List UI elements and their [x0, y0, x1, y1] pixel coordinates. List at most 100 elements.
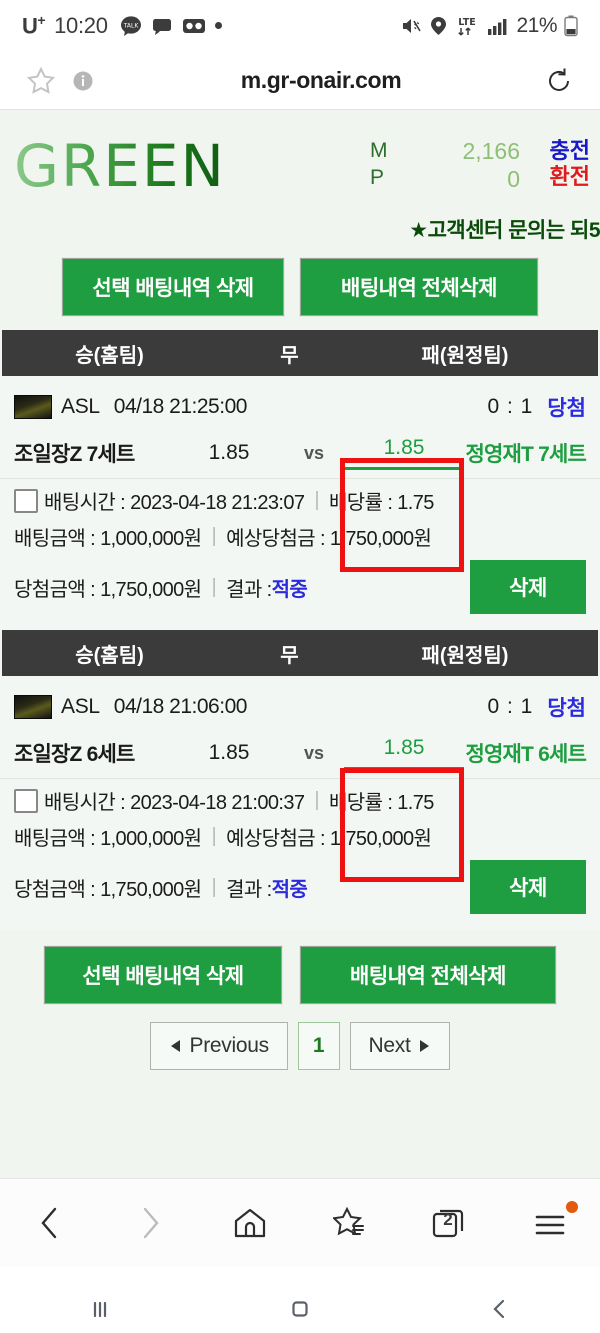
page-number-1[interactable]: 1	[297, 1022, 340, 1070]
site-logo[interactable]: GREEN	[14, 132, 226, 200]
match-info-row: ASL 04/18 21:25:00 0 : 1 당첨	[0, 382, 600, 430]
col-away-win: 패(원정팀)	[421, 344, 509, 367]
game-thumbnail-icon	[14, 395, 52, 419]
android-navigation-bar	[0, 1266, 600, 1333]
chevron-right-icon	[143, 1207, 159, 1238]
home-square-icon	[292, 1301, 308, 1317]
browser-bookmarks-button[interactable]	[310, 1193, 390, 1253]
star-list-icon	[333, 1206, 364, 1235]
balance-values: 2,166 0	[410, 138, 520, 193]
browser-bottom-toolbar: 2	[0, 1178, 600, 1266]
divider: |	[314, 789, 319, 811]
score-label: 0 : 1	[487, 395, 534, 418]
game-thumbnail-icon	[14, 695, 52, 719]
reload-icon[interactable]	[538, 66, 580, 96]
site-header: GREEN M P 2,166 0 충전 환전 ★고객센터 문의는 되5	[0, 110, 600, 246]
home-button[interactable]	[250, 1294, 350, 1324]
browser-menu-button[interactable]	[510, 1193, 590, 1253]
balance-labels: M P	[370, 138, 410, 192]
browser-forward-button[interactable]	[110, 1193, 190, 1253]
next-page-button[interactable]: Next	[349, 1022, 451, 1070]
result-value: 적중	[271, 878, 308, 901]
home-odds[interactable]: 1.85	[174, 441, 284, 465]
bet-time-label: 배팅시간 : 2023-04-18 21:23:07	[44, 492, 305, 514]
divider: |	[211, 525, 217, 547]
notice-banner: ★고객센터 문의는 되5	[409, 219, 600, 242]
status-badge: 당첨	[547, 397, 586, 420]
column-header-2: 승(홈팀) 무 패(원정팀)	[2, 630, 598, 676]
bottom-action-buttons: 선택 배팅내역 삭제 배팅내역 전체삭제	[0, 930, 600, 1014]
recents-button[interactable]	[50, 1294, 150, 1324]
point-value: 0	[507, 165, 520, 192]
previous-page-button[interactable]: Previous	[149, 1022, 288, 1070]
delete-all-bets-button-bottom[interactable]: 배팅내역 전체삭제	[300, 946, 556, 1004]
status-bar: U+ 10:20 TALK LTE 21%	[0, 0, 600, 52]
info-icon[interactable]	[62, 70, 104, 92]
hamburger-menu-icon	[535, 1215, 565, 1234]
money-label: M	[370, 139, 388, 162]
menu-notification-dot	[566, 1200, 578, 1213]
select-bet-checkbox[interactable]	[14, 488, 38, 513]
delete-selected-bets-button-bottom[interactable]: 선택 배팅내역 삭제	[44, 946, 282, 1004]
away-odds-selected[interactable]: 1.85	[344, 736, 464, 770]
home-icon	[234, 1208, 266, 1237]
carrier-label: U+	[22, 12, 46, 39]
signal-icon	[487, 16, 509, 36]
result-prefix: 결과 :	[226, 878, 272, 901]
bet-time-row: 배팅시간 : 2023-04-18 21:00:37 | 배당률 : 1.75	[0, 779, 600, 815]
delete-bet-button-2[interactable]: 삭제	[470, 860, 586, 914]
url-text[interactable]: m.gr-onair.com	[104, 67, 538, 94]
bet-rate-label: 배당률 : 1.75	[329, 492, 434, 514]
exchange-link[interactable]: 환전	[520, 164, 590, 190]
bet-amount-row: 배팅금액 : 1,000,000원 | 예상당첨금 : 1,750,000원	[0, 815, 600, 851]
bet-record-1: ASL 04/18 21:25:00 0 : 1 당첨 조일장Z 7세트 1.8…	[0, 376, 600, 630]
point-label: P	[370, 165, 385, 189]
bet-result-row: 당첨금액 : 1,750,000원 | 결과 : 적중 삭제	[0, 851, 600, 926]
previous-label: Previous	[189, 1034, 270, 1057]
delete-selected-bets-button-top[interactable]: 선택 배팅내역 삭제	[62, 258, 284, 316]
star-icon[interactable]	[20, 66, 62, 96]
match-time-label: 04/18 21:06:00	[113, 695, 248, 718]
home-odds[interactable]: 1.85	[174, 741, 284, 765]
home-team-label: 조일장Z 6세트	[14, 743, 135, 766]
away-odds-selected[interactable]: 1.85	[344, 436, 464, 470]
expected-win-label: 예상당첨금 : 1,750,000원	[226, 528, 432, 550]
league-label: ASL	[61, 695, 100, 718]
phone-screen: U+ 10:20 TALK LTE 21% m.gr-onair.com GRE…	[0, 0, 600, 1333]
expected-win-label: 예상당첨금 : 1,750,000원	[226, 828, 432, 850]
bet-time-row: 배팅시간 : 2023-04-18 21:23:07 | 배당률 : 1.75	[0, 479, 600, 515]
back-chevron-icon	[493, 1299, 505, 1319]
bet-record-2: ASL 04/18 21:06:00 0 : 1 당첨 조일장Z 6세트 1.8…	[0, 676, 600, 930]
message-icon	[151, 15, 173, 37]
balance-panel: M P 2,166 0 충전 환전	[370, 138, 590, 193]
browser-home-button[interactable]	[210, 1193, 290, 1253]
away-team-label: 정영재T 6세트	[465, 743, 586, 766]
col-home-win: 승(홈팀)	[75, 644, 144, 667]
recents-icon	[93, 1301, 107, 1318]
web-page-content: GREEN M P 2,166 0 충전 환전 ★고객센터 문의는 되5 선택 …	[0, 110, 600, 1178]
away-team-label: 정영재T 7세트	[465, 443, 586, 466]
delete-bet-button-1[interactable]: 삭제	[470, 560, 586, 614]
divider: |	[211, 575, 217, 598]
status-badge: 당첨	[547, 697, 586, 720]
delete-all-bets-button-top[interactable]: 배팅내역 전체삭제	[300, 258, 538, 316]
browser-back-button[interactable]	[10, 1193, 90, 1253]
balance-actions: 충전 환전	[520, 138, 590, 191]
status-bar-left: U+ 10:20 TALK	[22, 12, 401, 39]
browser-tabs-button[interactable]: 2	[410, 1193, 490, 1253]
charge-link[interactable]: 충전	[520, 138, 590, 164]
svg-text:TALK: TALK	[122, 22, 139, 29]
browser-url-bar[interactable]: m.gr-onair.com	[0, 52, 600, 110]
back-button[interactable]	[450, 1294, 550, 1324]
odds-row: 조일장Z 6세트 1.85 vs 1.85 정영재T 6세트	[0, 730, 600, 779]
league-label: ASL	[61, 395, 100, 418]
odds-row: 조일장Z 7세트 1.85 vs 1.85 정영재T 7세트	[0, 430, 600, 479]
won-amount-label: 당첨금액 : 1,750,000원	[14, 578, 202, 601]
bet-time-label: 배팅시간 : 2023-04-18 21:00:37	[44, 792, 305, 814]
divider: |	[211, 875, 217, 898]
divider: |	[211, 825, 217, 847]
select-bet-checkbox[interactable]	[14, 788, 38, 813]
triangle-right-icon	[420, 1040, 430, 1052]
triangle-left-icon	[170, 1040, 180, 1052]
top-action-buttons: 선택 배팅내역 삭제 배팅내역 전체삭제	[0, 246, 600, 330]
